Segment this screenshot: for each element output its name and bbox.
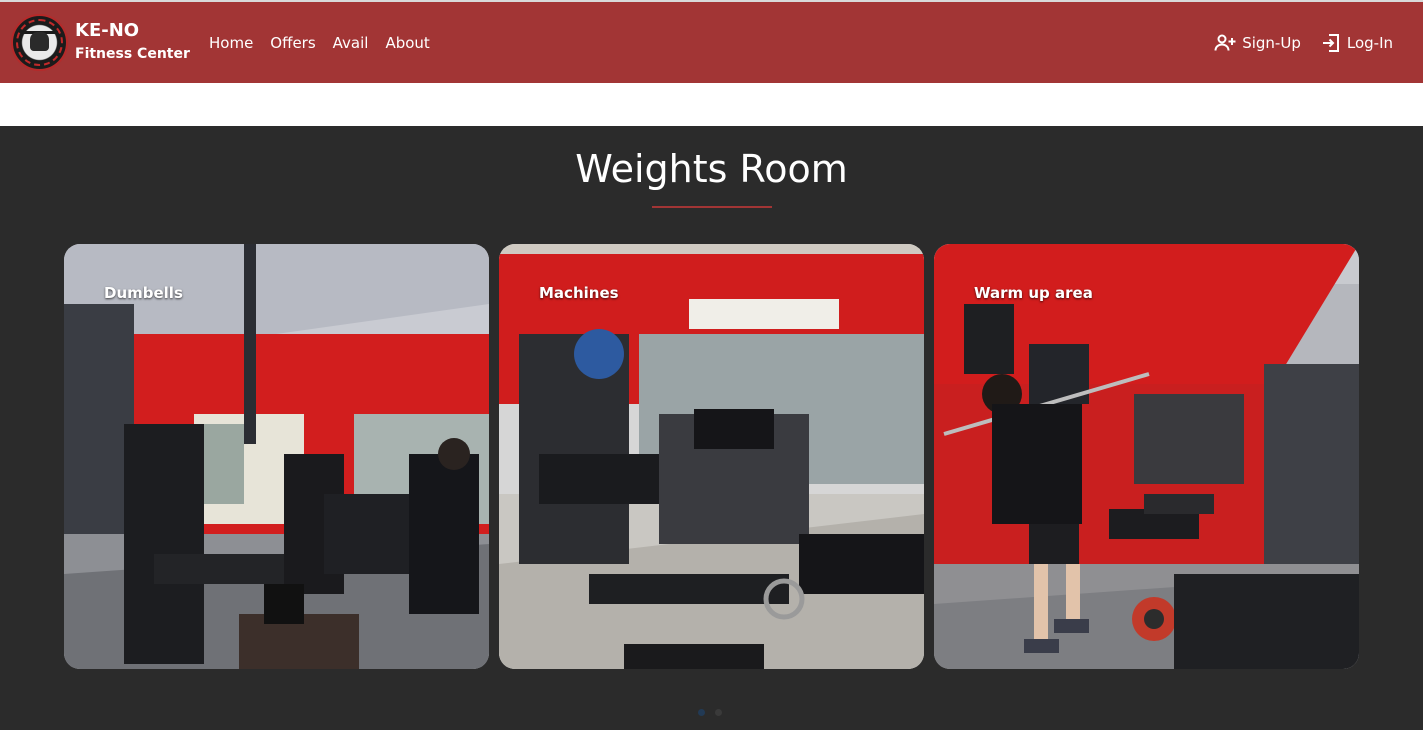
title-underline bbox=[652, 206, 772, 208]
weights-room-section: Weights Room Dumbells Machines Warm up a… bbox=[0, 126, 1423, 730]
user-plus-icon bbox=[1214, 34, 1236, 51]
signup-label: Sign-Up bbox=[1242, 34, 1301, 52]
nav-link-home[interactable]: Home bbox=[209, 32, 253, 54]
brand-logo[interactable] bbox=[11, 14, 68, 71]
carousel-dot-1[interactable] bbox=[698, 709, 705, 716]
section-title: Weights Room bbox=[575, 147, 848, 191]
card-dumbells[interactable]: Dumbells bbox=[64, 244, 489, 669]
login-link[interactable]: Log-In bbox=[1321, 32, 1393, 54]
nav-link-avail[interactable]: Avail bbox=[333, 32, 369, 54]
card-label-warm-up-area: Warm up area bbox=[974, 284, 1093, 302]
carousel-dot-2[interactable] bbox=[715, 709, 722, 716]
carousel-indicators bbox=[698, 709, 722, 716]
card-label-dumbells: Dumbells bbox=[104, 284, 183, 302]
warm-up-area-photo bbox=[934, 244, 1359, 669]
brand-title: KE-NO bbox=[75, 20, 140, 41]
machines-photo bbox=[499, 244, 924, 669]
dumbells-photo bbox=[64, 244, 489, 669]
brand[interactable]: KE-NO Fitness Center bbox=[75, 19, 190, 65]
logo-figure bbox=[30, 32, 49, 51]
card-machines[interactable]: Machines bbox=[499, 244, 924, 669]
auth-links: Sign-Up Log-In bbox=[1194, 32, 1393, 54]
signup-link[interactable]: Sign-Up bbox=[1214, 32, 1301, 54]
nav-link-about[interactable]: About bbox=[385, 32, 429, 54]
content-band bbox=[0, 83, 1423, 126]
nav-link-offers[interactable]: Offers bbox=[270, 32, 315, 54]
card-label-machines: Machines bbox=[539, 284, 619, 302]
card-warm-up-area[interactable]: Warm up area bbox=[934, 244, 1359, 669]
navbar: KE-NO Fitness Center Home Offers Avail A… bbox=[0, 2, 1423, 83]
login-label: Log-In bbox=[1346, 34, 1393, 52]
nav-links: Home Offers Avail About bbox=[209, 32, 447, 54]
login-icon bbox=[1322, 34, 1339, 52]
brand-subtitle: Fitness Center bbox=[75, 46, 190, 62]
